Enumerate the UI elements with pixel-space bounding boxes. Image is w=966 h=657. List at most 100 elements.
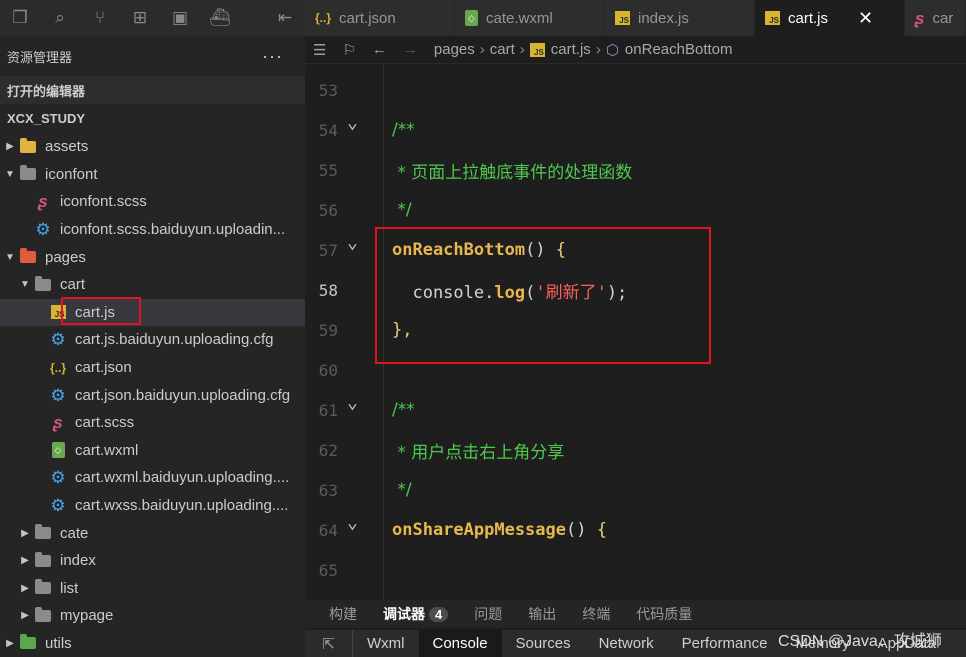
tree-item[interactable]: ▶ list: [0, 575, 305, 603]
fold-chevron-icon[interactable]: ⌄: [347, 232, 358, 253]
code-line[interactable]: 59},: [305, 310, 966, 350]
breadcrumb-item[interactable]: cart.js: [551, 41, 591, 58]
code-line[interactable]: 54 ⌄ /**: [305, 110, 966, 150]
code-line[interactable]: 63 */: [305, 470, 966, 510]
project-section[interactable]: XCX_STUDY: [0, 104, 305, 132]
collapse-panel-icon[interactable]: ⇤: [265, 0, 305, 36]
chevron-right-icon[interactable]: ▶: [18, 528, 32, 539]
tab-cart-js[interactable]: JS cart.js ✕: [755, 0, 905, 36]
tree-item[interactable]: ▶ assets: [0, 133, 305, 161]
code-token: /**: [392, 120, 415, 140]
tree-item[interactable]: ▼ iconfont: [0, 161, 305, 189]
panel-tab[interactable]: 调试器 4: [383, 604, 449, 624]
js-file-icon: JS: [765, 11, 780, 25]
devtools-tab-console[interactable]: Console: [418, 630, 502, 657]
breadcrumb-item[interactable]: pages: [434, 41, 475, 58]
inspect-element-icon[interactable]: ⇱: [305, 630, 353, 657]
save-icon[interactable]: ▣: [160, 0, 200, 36]
panel-tab[interactable]: 输出: [528, 604, 556, 624]
tab-cart-json[interactable]: {..} cart.json: [305, 0, 455, 36]
bookmark-icon[interactable]: ⚐: [342, 41, 355, 59]
tab-car[interactable]: ʂ car: [905, 0, 966, 36]
code-line[interactable]: 62 * 用户点击右上角分享: [305, 430, 966, 470]
devtools-tab-sources[interactable]: Sources: [502, 630, 585, 657]
code-line[interactable]: 60: [305, 350, 966, 390]
fold-chevron-icon[interactable]: ⌄: [347, 112, 358, 133]
breadcrumb-item[interactable]: cart: [490, 41, 515, 58]
tree-item[interactable]: ⚙ cart.wxss.baiduyun.uploading....: [0, 492, 305, 520]
tree-item[interactable]: ʂ iconfont.scss: [0, 188, 305, 216]
tree-item[interactable]: ⚙ cart.wxml.baiduyun.uploading....: [0, 464, 305, 492]
tree-item[interactable]: ⚙ iconfont.scss.baiduyun.uploadin...: [0, 216, 305, 244]
code-line[interactable]: 55 * 页面上拉触底事件的处理函数: [305, 150, 966, 190]
more-actions-icon[interactable]: ···: [262, 46, 283, 67]
tree-item[interactable]: ▼ pages: [0, 243, 305, 271]
panel-tab-label: 代码质量: [636, 606, 693, 622]
tree-item[interactable]: ⚙ cart.json.baiduyun.uploading.cfg: [0, 381, 305, 409]
breadcrumb-item[interactable]: onReachBottom: [625, 41, 733, 58]
tree-item[interactable]: {..} cart.json: [0, 354, 305, 382]
tab-cate-wxml[interactable]: ◇ cate.wxml: [455, 0, 605, 36]
line-number: 55: [318, 160, 338, 180]
source-control-icon[interactable]: ⑂: [80, 0, 120, 36]
panel-tab[interactable]: 代码质量: [636, 604, 692, 624]
code-token: onShareAppMessage: [392, 520, 566, 540]
chevron-right-icon[interactable]: ▶: [3, 638, 17, 649]
tab-label: car: [932, 9, 954, 27]
panel-tab[interactable]: 问题: [474, 604, 502, 624]
tree-item[interactable]: ▶ cate: [0, 519, 305, 547]
panel-tab[interactable]: 终端: [582, 604, 610, 624]
chevron-down-icon[interactable]: ▼: [3, 252, 17, 263]
tree-item-label: cart.json: [75, 359, 132, 377]
tree-item[interactable]: ▶ utils: [0, 630, 305, 657]
code-text: * 页面上拉触底事件的处理函数: [392, 158, 632, 183]
list-icon[interactable]: ☰: [313, 41, 326, 59]
chevron-right-icon[interactable]: ▶: [18, 555, 32, 566]
code-line[interactable]: 65: [305, 550, 966, 590]
chevron-right-icon[interactable]: ▶: [18, 610, 32, 621]
back-arrow-icon[interactable]: ←: [372, 41, 387, 58]
search-icon[interactable]: ⌕: [40, 0, 80, 36]
forward-arrow-icon[interactable]: →: [403, 41, 418, 58]
fold-chevron-icon[interactable]: ⌄: [347, 512, 358, 533]
chevron-down-icon[interactable]: ▼: [3, 169, 17, 180]
code-line[interactable]: 56 */: [305, 190, 966, 230]
chevron-right-icon[interactable]: ▶: [18, 583, 32, 594]
tree-item[interactable]: JS cart.js: [0, 298, 305, 327]
tree-item-icon: [17, 137, 39, 156]
line-number: 58: [318, 280, 338, 300]
devtools-tab-wxml[interactable]: Wxml: [353, 630, 419, 657]
code-line[interactable]: 57 ⌄ onReachBottom() {: [305, 230, 966, 270]
code-line[interactable]: 53: [305, 70, 966, 110]
devtools-tab-network[interactable]: Network: [585, 630, 668, 657]
extensions-icon[interactable]: ⊞: [120, 0, 160, 36]
folder-icon: [35, 606, 51, 622]
tree-item-label: cart.wxml: [75, 441, 139, 459]
code-token: console.: [392, 282, 495, 303]
code-editor[interactable]: 53 54 ⌄/** 55 * 页面上拉触底事件的处理函数 56 */57 ⌄ onReac…: [305, 64, 966, 600]
close-icon[interactable]: ✕: [858, 8, 873, 29]
tab-index-js[interactable]: JS index.js: [605, 0, 755, 36]
docker-icon[interactable]: ⛴: [200, 0, 240, 36]
code-line[interactable]: 58 console.log('刷新了');: [305, 270, 966, 310]
tree-item[interactable]: ▶ index: [0, 547, 305, 575]
tree-item[interactable]: ʂ cart.scss: [0, 409, 305, 437]
tab-icon: ◇: [465, 10, 478, 26]
open-editors-section[interactable]: 打开的编辑器: [0, 76, 305, 104]
chevron-right-icon: ›: [595, 41, 601, 58]
tree-item[interactable]: ⚙ cart.js.baiduyun.uploading.cfg: [0, 326, 305, 354]
chevron-down-icon[interactable]: ▼: [18, 279, 32, 290]
tree-item[interactable]: ▼ cart: [0, 271, 305, 299]
code-line[interactable]: 61 ⌄ /**: [305, 390, 966, 430]
chevron-right-icon[interactable]: ▶: [3, 141, 17, 152]
tree-item[interactable]: ▶ mypage: [0, 602, 305, 630]
devtools-tab-performance[interactable]: Performance: [668, 630, 782, 657]
tree-item[interactable]: ◇ cart.wxml: [0, 437, 305, 465]
highlight-annotation-sidebar: [61, 297, 141, 325]
method-cube-icon: ⬡: [605, 41, 619, 59]
code-text: * 用户点击右上角分享: [392, 438, 564, 463]
fold-chevron-icon[interactable]: ⌄: [347, 392, 358, 413]
files-icon[interactable]: ❐: [0, 0, 40, 36]
code-line[interactable]: 64 ⌄ onShareAppMessage() {: [305, 510, 966, 550]
panel-tab[interactable]: 构建: [329, 604, 357, 624]
